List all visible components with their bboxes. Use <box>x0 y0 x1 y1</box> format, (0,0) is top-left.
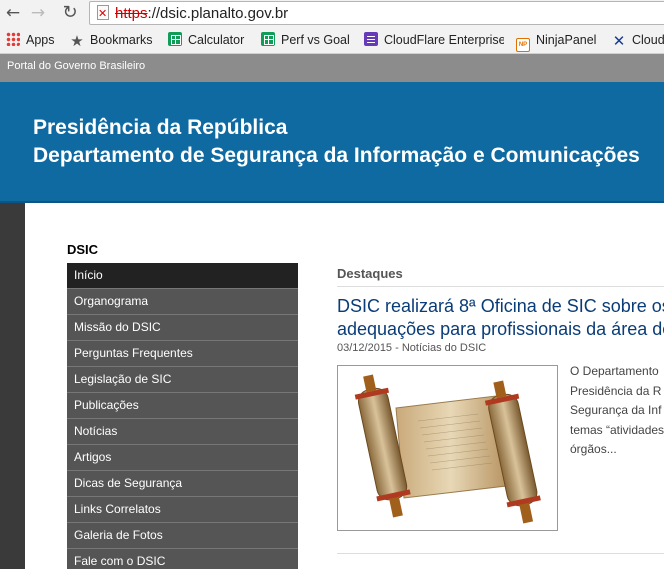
insecure-lock-icon[interactable]: ✕ <box>97 5 109 20</box>
gov-portal-link[interactable]: Portal do Governo Brasileiro <box>7 60 145 72</box>
forward-arrow-icon[interactable]: → <box>27 2 49 24</box>
headline-line1[interactable]: DSIC realizará 8ª Oficina de SIC sobre o… <box>337 295 664 318</box>
star-icon: ★ <box>70 32 84 50</box>
sidebar-item-dicas[interactable]: Dicas de Segurança <box>67 471 298 497</box>
gov-portal-bar: Portal do Governo Brasileiro <box>0 54 664 82</box>
reload-icon[interactable]: ↻ <box>59 2 81 24</box>
forms-icon <box>364 32 378 46</box>
bookmark-bookmarks[interactable]: ★ Bookmarks <box>70 31 152 50</box>
excerpt-line: temas “atividades <box>570 422 664 437</box>
bookmarks-bar: Apps ★ Bookmarks Calculator Perf vs Goal … <box>0 26 664 54</box>
bookmark-apps[interactable]: Apps <box>6 31 55 49</box>
bookmark-cloudi[interactable]: ✕ Cloudi <box>612 31 664 49</box>
sidebar-item-fale[interactable]: Fale com o DSIC <box>67 549 298 569</box>
excerpt-line: O Departamento <box>570 364 659 378</box>
news-thumbnail[interactable] <box>337 365 558 531</box>
section-title: Destaques <box>337 266 403 281</box>
sidebar-item-artigos[interactable]: Artigos <box>67 445 298 471</box>
address-bar[interactable]: ✕ https://dsic.planalto.gov.br <box>89 1 664 25</box>
bookmark-perf-vs-goal[interactable]: Perf vs Goal <box>261 31 350 49</box>
sidebar-item-galeria[interactable]: Galeria de Fotos <box>67 523 298 549</box>
sheets-icon <box>261 32 275 46</box>
scroll-image <box>354 374 541 524</box>
section-divider <box>337 286 664 287</box>
excerpt-line: Segurança da Inf <box>570 403 662 417</box>
sidebar-item-links[interactable]: Links Correlatos <box>67 497 298 523</box>
news-headline[interactable]: DSIC realizará 8ª Oficina de SIC sobre o… <box>337 295 664 341</box>
sidebar-menu: Início Organograma Missão do DSIC Pergun… <box>67 263 298 569</box>
content-divider <box>337 553 664 554</box>
headline-line2[interactable]: adequações para profissionais da área de <box>337 318 664 341</box>
excerpt-line: órgãos... <box>570 442 617 456</box>
sidebar-item-perguntas[interactable]: Perguntas Frequentes <box>67 341 298 367</box>
sidebar-item-organograma[interactable]: Organograma <box>67 289 298 315</box>
bookmark-cloudflare[interactable]: CloudFlare Enterprise <box>364 31 504 49</box>
site-header: Presidência da República Departamento de… <box>0 82 664 203</box>
news-excerpt: O Departamento Presidência da R Seguranç… <box>570 362 664 460</box>
ninjapanel-icon: NP <box>516 38 530 52</box>
back-arrow-icon[interactable]: ← <box>2 2 24 24</box>
url-text[interactable]: https://dsic.planalto.gov.br <box>115 5 288 22</box>
sidebar-item-noticias[interactable]: Notícias <box>67 419 298 445</box>
browser-toolbar: ← → ↻ ✕ https://dsic.planalto.gov.br <box>0 0 664 26</box>
sidebar-item-inicio[interactable]: Início <box>67 263 298 289</box>
sheets-icon <box>168 32 182 46</box>
excerpt-line: Presidência da R <box>570 383 662 398</box>
sidebar-title: DSIC <box>67 242 99 257</box>
bookmark-calculator[interactable]: Calculator <box>168 31 244 49</box>
header-title-line2: Departamento de Segurança da Informação … <box>33 144 640 167</box>
sidebar-item-publicacoes[interactable]: Publicações <box>67 393 298 419</box>
bookmark-ninjapanel[interactable]: NP NinjaPanel <box>516 31 596 52</box>
left-decorative-strip <box>0 203 25 569</box>
header-title-line1: Presidência da República <box>33 116 288 139</box>
news-meta: 03/12/2015 - Notícias do DSIC <box>337 342 487 354</box>
apps-grid-icon <box>6 32 20 46</box>
sidebar-item-legislacao[interactable]: Legislação de SIC <box>67 367 298 393</box>
x-logo-icon: ✕ <box>612 32 626 50</box>
sidebar-item-missao[interactable]: Missão do DSIC <box>67 315 298 341</box>
